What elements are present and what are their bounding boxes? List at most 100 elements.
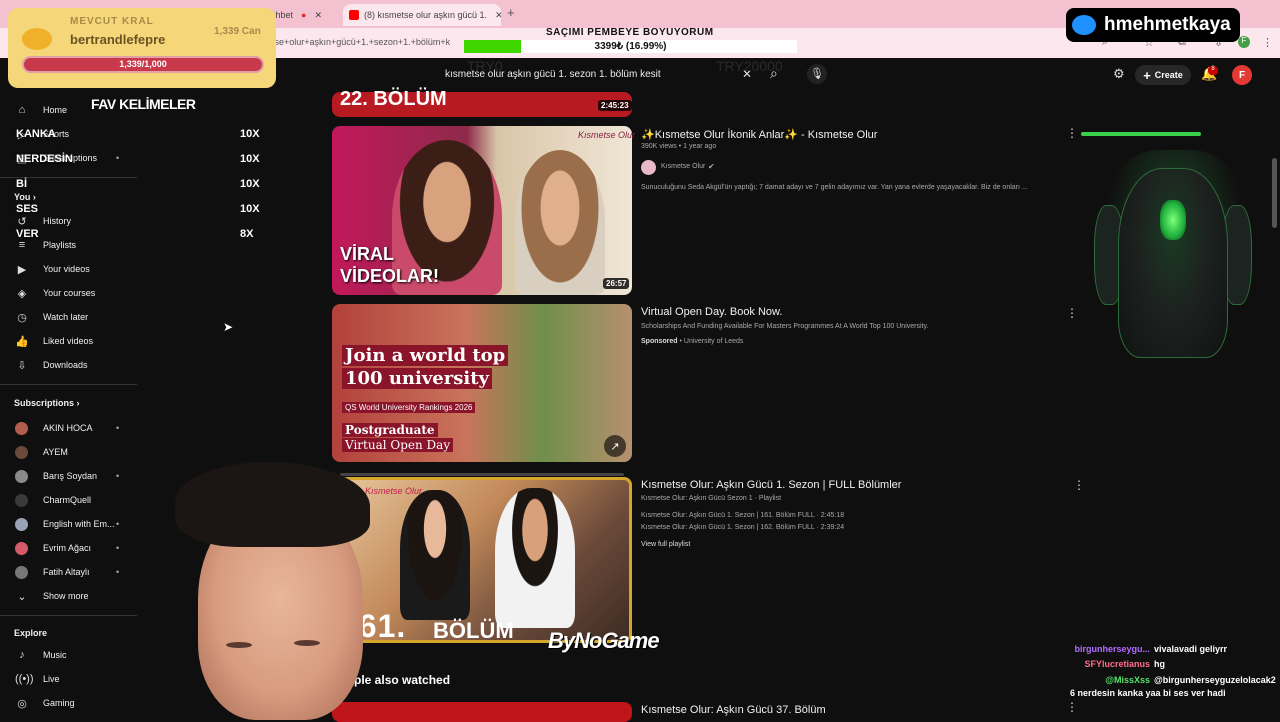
- fav-words-title: FAV KELİMELER: [91, 96, 196, 112]
- ad-menu-icon[interactable]: ⋮: [1066, 306, 1078, 320]
- sidebar-item-gaming[interactable]: ◎ Gaming: [15, 693, 74, 713]
- mouse-cursor-icon: ➤: [223, 320, 234, 334]
- sidebar-item-label: Your videos: [43, 264, 90, 274]
- sidebar-item-label: Music: [43, 650, 67, 660]
- liked-icon: 👍: [15, 335, 29, 348]
- fav-word: NERDESİN: [16, 153, 73, 165]
- fav-word: SES: [16, 203, 39, 215]
- video-description: Sunuculuğunu Seda Akgül'ün yaptığı; 7 da…: [641, 184, 1028, 191]
- new-content-dot: •: [116, 543, 120, 553]
- webcam-eye: [294, 640, 320, 646]
- video-title[interactable]: ✨Kısmetse Olur İkonik Anlar✨ - Kısmetse …: [641, 128, 877, 141]
- chat-text: hg: [1154, 659, 1165, 669]
- monster-health-bar: [1081, 132, 1201, 136]
- fav-multiplier: 10X: [240, 203, 260, 215]
- channel-avatar: [15, 445, 28, 459]
- tab-youtube[interactable]: (8) kısmetse olur aşkın gücü 1. ✕: [343, 4, 501, 26]
- fav-multiplier: 10X: [240, 128, 260, 140]
- channel-name[interactable]: Kısmetse Olur: [661, 163, 705, 170]
- sidebar-show-more[interactable]: ⌄ Show more: [15, 586, 88, 606]
- sidebar-item-label: Fatih Altaylı: [43, 567, 90, 577]
- scrollbar-thumb[interactable]: [1272, 158, 1277, 228]
- chat-username: SFYlucretianus: [1084, 659, 1150, 669]
- sidebar-divider: [0, 615, 137, 616]
- fav-multiplier: 10X: [240, 178, 260, 190]
- sidebar-item-watch-later[interactable]: ◷ Watch later: [15, 307, 88, 327]
- sidebar-subscriptions-heading[interactable]: Subscriptions ›: [14, 398, 80, 408]
- account-avatar[interactable]: F: [1232, 65, 1252, 85]
- webcam-eye: [226, 642, 252, 648]
- home-icon: ⌂: [18, 104, 26, 116]
- sidebar-divider: [0, 384, 137, 385]
- donation-goal-min: TRY0: [467, 58, 503, 74]
- menu-kebab-icon[interactable]: ⋮: [1262, 36, 1273, 49]
- sidebar-item-label: CharmQuell: [43, 495, 92, 505]
- sidebar-item-your-courses[interactable]: ◈ Your courses: [15, 283, 95, 303]
- plus-icon: +: [1143, 67, 1151, 83]
- ad-description: Scholarships And Funding Available For M…: [641, 323, 929, 330]
- profile-icon[interactable]: F: [1238, 36, 1250, 48]
- sidebar-explore-heading: Explore: [14, 628, 48, 638]
- video-meta: 390K views • 1 year ago: [641, 143, 717, 150]
- sidebar-item-subscription[interactable]: English with Em...: [15, 514, 115, 534]
- downloads-icon: ⇩: [17, 359, 27, 372]
- fav-multiplier: 8X: [240, 228, 254, 240]
- sidebar-item-label: Downloads: [43, 360, 88, 370]
- video-menu-icon[interactable]: ⋮: [1066, 126, 1078, 140]
- cast-icon[interactable]: ⚙: [1113, 66, 1125, 82]
- address-text[interactable]: tse+olur+aşkın+gücü+1.+sezon+1.+bölüm+k: [272, 37, 450, 47]
- sidebar-item-subscription[interactable]: Fatih Altaylı: [15, 562, 90, 582]
- new-tab-button[interactable]: +: [507, 5, 515, 20]
- create-button[interactable]: + Create: [1135, 65, 1191, 85]
- sidebar-you-heading[interactable]: You ›: [14, 192, 36, 202]
- duration-badge: 2:45:23: [598, 100, 632, 111]
- mic-icon[interactable]: 🎙: [807, 64, 827, 84]
- chat-message: birgunherseygu... vivalavadi geliyrr: [1070, 643, 1227, 656]
- sidebar-item-liked-videos[interactable]: 👍 Liked videos: [15, 331, 93, 351]
- watch-later-icon: ◷: [17, 311, 27, 324]
- new-content-dot: •: [116, 567, 120, 577]
- verified-icon: ✔: [708, 162, 715, 171]
- close-tab-icon[interactable]: ✕: [495, 10, 501, 21]
- donation-goal-title: SAÇIMI PEMBEYE BOYUYORUM: [546, 27, 714, 38]
- sidebar-item-label: Liked videos: [43, 336, 94, 346]
- chat-text: vivalavadi geliyrr: [1154, 644, 1228, 654]
- thumbnail-person: [515, 150, 605, 295]
- sidebar-item-label: Live: [43, 674, 60, 684]
- playlists-icon: ≡: [18, 239, 26, 251]
- sidebar-item-live[interactable]: ((•)) Live: [15, 669, 60, 689]
- sidebar-item-label: English with Em...: [43, 519, 115, 529]
- video-thumbnail[interactable]: [332, 702, 632, 722]
- sidebar-item-your-videos[interactable]: ▶ Your videos: [15, 259, 90, 279]
- playlist-title[interactable]: Kısmetse Olur: Aşkın Gücü 1. Sezon | FUL…: [641, 479, 901, 491]
- playlist-item[interactable]: Kısmetse Olur: Aşkın Gücü 1. Sezon | 161…: [641, 512, 844, 519]
- sidebar-item-label: Home: [43, 105, 68, 115]
- streamer-name: hmehmetkaya: [1104, 14, 1231, 35]
- open-external-icon[interactable]: ↗: [604, 435, 626, 457]
- channel-avatar[interactable]: [641, 160, 656, 175]
- ad-sponsor-line: Sponsored • University of Leeds: [641, 338, 743, 345]
- sidebar-item-home[interactable]: ⌂ Home: [15, 100, 67, 120]
- sidebar-item-label: AKIN HOCA: [43, 423, 93, 433]
- sidebar-item-subscription[interactable]: AKIN HOCA: [15, 418, 93, 438]
- fav-word: KANKA: [16, 128, 56, 140]
- video-menu-icon[interactable]: ⋮: [1066, 700, 1078, 714]
- playlist-item[interactable]: Kısmetse Olur: Aşkın Gücü 1. Sezon | 162…: [641, 524, 844, 531]
- playlist-menu-icon[interactable]: ⋮: [1073, 478, 1085, 492]
- sidebar-item-subscription[interactable]: AYEM: [15, 442, 68, 462]
- sidebar-item-subscription[interactable]: CharmQuell: [15, 490, 91, 510]
- channel-avatar: [15, 541, 28, 555]
- sidebar-item-music[interactable]: ♪ Music: [15, 645, 67, 665]
- sidebar-item-label: History: [43, 216, 72, 226]
- new-content-dot: •: [116, 153, 120, 163]
- ad-title[interactable]: Virtual Open Day. Book Now.: [641, 306, 782, 318]
- sidebar-item-downloads[interactable]: ⇩ Downloads: [15, 355, 88, 375]
- sidebar-item-subscription[interactable]: Barış Soydan: [15, 466, 97, 486]
- close-tab-icon[interactable]: ✕: [314, 10, 322, 21]
- video-title[interactable]: Kısmetse Olur: Aşkın Gücü 37. Bölüm: [641, 704, 826, 716]
- view-full-playlist-link[interactable]: View full playlist: [641, 541, 690, 548]
- donation-goal-max: TRY20000: [716, 58, 783, 74]
- ad-thumbnail-text: Postgraduate: [342, 423, 438, 437]
- thumbnail-brand-logo: Kısmetse Olur: [578, 130, 636, 140]
- sidebar-item-subscription[interactable]: Evrim Ağacı: [15, 538, 91, 558]
